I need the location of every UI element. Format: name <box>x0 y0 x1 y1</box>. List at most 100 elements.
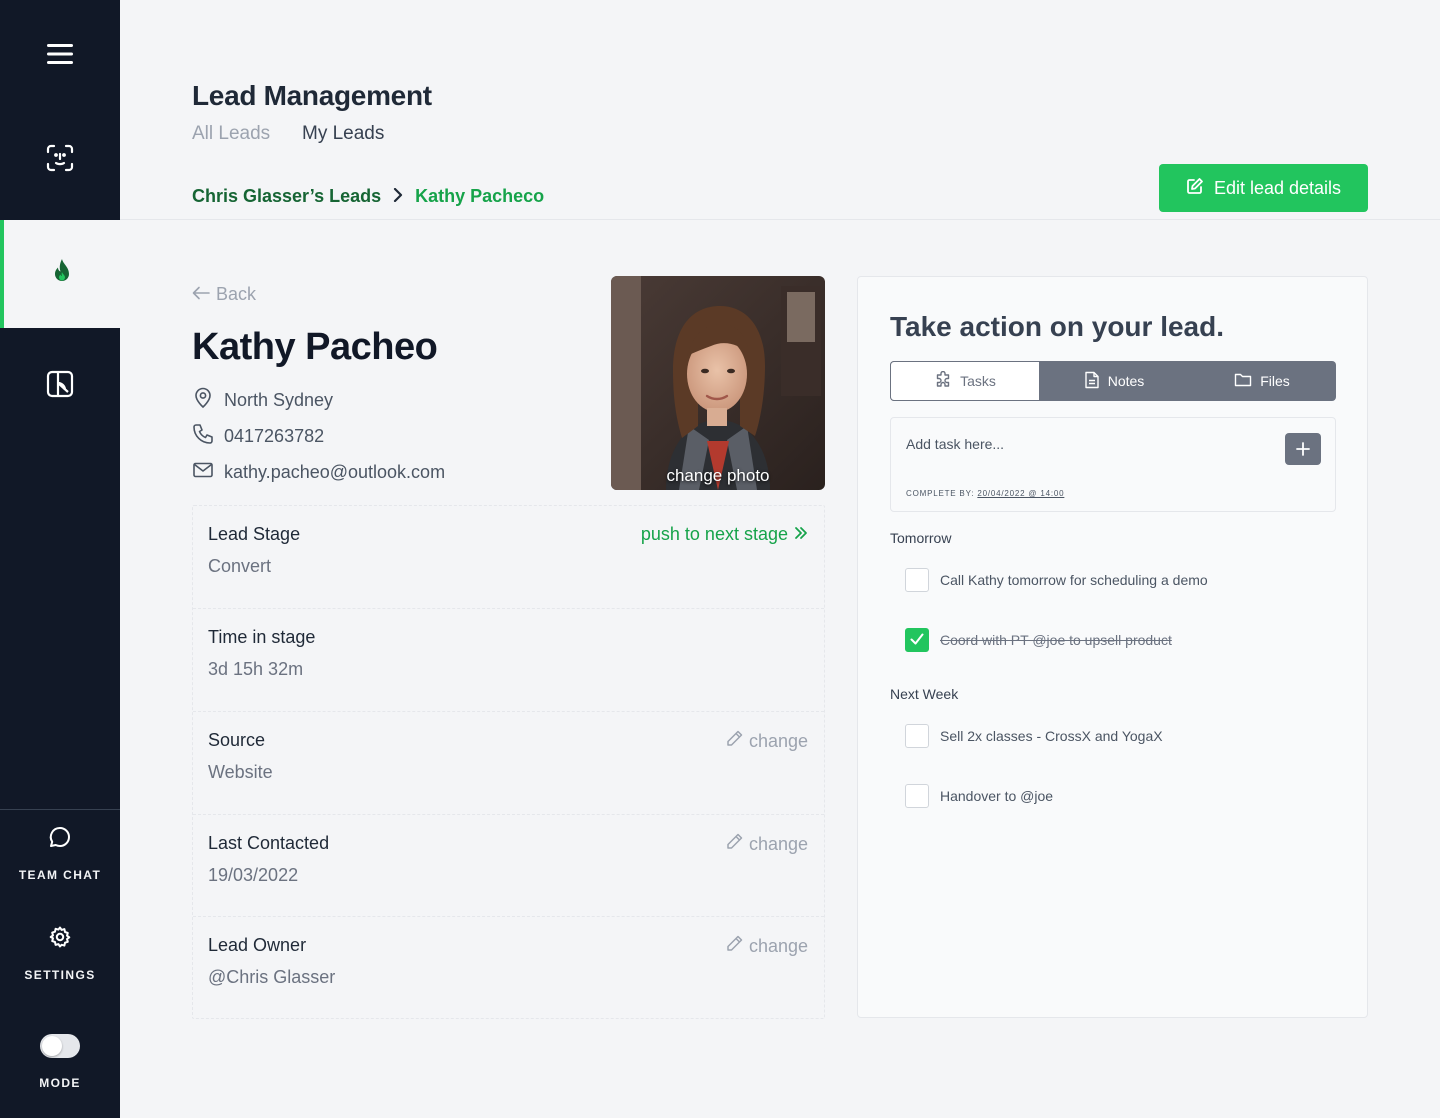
task-item: Handover to @joe <box>905 784 1053 808</box>
toggle-knob <box>42 1036 62 1056</box>
time-in-stage-row: Time in stage 3d 15h 32m <box>193 608 824 711</box>
hamburger-menu-icon <box>46 42 74 71</box>
mode-toggle[interactable] <box>40 1034 80 1058</box>
tab-tasks-label: Tasks <box>960 373 996 389</box>
lead-location-text: North Sydney <box>224 390 334 410</box>
gear-icon <box>48 925 72 954</box>
team-chat-label[interactable]: TEAM CHAT <box>0 868 120 882</box>
flame-icon <box>49 258 75 291</box>
source-row: Source Website change <box>193 711 824 814</box>
chevron-right-icon <box>393 186 403 207</box>
lead-owner-row: Lead Owner @Chris Glasser change <box>193 916 824 1019</box>
pencil-icon <box>726 730 743 752</box>
check-icon <box>910 632 924 648</box>
portrait-image <box>611 276 825 490</box>
settings-label[interactable]: SETTINGS <box>0 968 120 982</box>
task-checkbox[interactable] <box>905 568 929 592</box>
task-text: Coord with PT @joe to upsell product <box>940 632 1172 648</box>
pencil-icon <box>726 833 743 855</box>
lead-owner-value: @Chris Glasser <box>208 967 336 987</box>
tab-all-leads[interactable]: All Leads <box>192 123 270 145</box>
lead-phone-text: 0417263782 <box>224 426 325 446</box>
phone-icon <box>192 423 214 450</box>
lead-owner-change-label: change <box>748 935 808 956</box>
last-contacted-value: 19/03/2022 <box>208 865 299 885</box>
page-title: Lead Management <box>192 80 432 111</box>
breadcrumb-owner-leads[interactable]: Chris Glasser’s Leads <box>192 186 381 207</box>
last-contacted-label: Last Contacted <box>208 833 330 853</box>
lead-email-text: kathy.pacheo@outlook.com <box>224 462 446 482</box>
last-contacted-change-button[interactable]: change <box>726 833 808 855</box>
map-pin-icon <box>192 387 214 414</box>
last-contacted-row: Last Contacted 19/03/2022 change <box>193 814 824 917</box>
complete-by-label: COMPLETE BY: <box>906 489 975 498</box>
push-next-stage-label: push to next stage <box>640 524 788 544</box>
task-text: Handover to @joe <box>940 788 1054 804</box>
sidebar: TEAM CHAT SETTINGS MODE <box>0 0 120 1118</box>
tab-files-label: Files <box>1260 373 1290 389</box>
lead-stage-row: Lead Stage Convert push to next stage <box>193 506 824 609</box>
menu-button[interactable] <box>0 36 120 76</box>
sidebar-item-leads[interactable] <box>0 220 120 328</box>
add-task-box: Add task here... COMPLETE BY: 20/04/2022… <box>890 417 1336 512</box>
source-change-button[interactable]: change <box>726 730 808 752</box>
puzzle-icon <box>934 370 952 392</box>
action-tabs: Tasks Notes Files <box>890 361 1336 401</box>
chevrons-right-icon <box>794 524 808 545</box>
complete-by-date[interactable]: 20/04/2022 @ 14:00 <box>977 489 1064 498</box>
task-item: Call Kathy tomorrow for scheduling a dem… <box>905 568 1208 592</box>
complete-by: COMPLETE BY: 20/04/2022 @ 14:00 <box>906 489 1064 498</box>
lead-email[interactable]: kathy.pacheo@outlook.com <box>192 459 445 486</box>
task-checkbox[interactable] <box>905 628 929 652</box>
task-checkbox[interactable] <box>905 784 929 808</box>
action-panel: Take action on your lead. Tasks Notes Fi… <box>857 276 1368 1018</box>
task-item: Coord with PT @joe to upsell product <box>905 628 1172 652</box>
tab-tasks[interactable]: Tasks <box>890 361 1040 401</box>
sidebar-item-focus[interactable] <box>0 140 120 180</box>
task-item: Sell 2x classes - CrossX and YogaX <box>905 724 1163 748</box>
pencil-icon <box>726 935 743 957</box>
edit-icon <box>1186 177 1204 200</box>
settings-button[interactable] <box>0 926 120 952</box>
lead-owner-label: Lead Owner <box>208 935 307 955</box>
tab-notes[interactable]: Notes <box>1040 361 1188 401</box>
chat-bubble-icon <box>48 825 72 854</box>
arrow-left-icon <box>192 284 210 305</box>
tab-notes-label: Notes <box>1107 373 1145 389</box>
edit-lead-details-label: Edit lead details <box>1213 177 1342 198</box>
tab-files[interactable]: Files <box>1188 361 1336 401</box>
lead-stage-label: Lead Stage <box>208 524 301 544</box>
source-change-label: change <box>748 730 808 751</box>
lead-stage-value: Convert <box>208 556 272 576</box>
change-photo-label[interactable]: change photo <box>611 466 825 486</box>
breadcrumb: Chris Glasser’s Leads Kathy Pacheco <box>192 186 544 207</box>
source-label: Source <box>208 730 266 750</box>
header-divider <box>120 219 1440 220</box>
edit-lead-details-button[interactable]: Edit lead details <box>1159 164 1368 212</box>
time-in-stage-value: 3d 15h 32m <box>208 659 304 679</box>
lead-photo[interactable]: change photo <box>611 276 825 490</box>
folder-icon <box>1234 372 1252 391</box>
document-icon <box>1084 371 1100 392</box>
task-group-next-week: Next Week <box>890 686 959 702</box>
team-chat-button[interactable] <box>0 826 120 852</box>
mail-icon <box>192 459 214 486</box>
lead-info-card: Lead Stage Convert push to next stage Ti… <box>192 505 825 1019</box>
back-link[interactable]: Back <box>192 284 256 305</box>
task-text: Sell 2x classes - CrossX and YogaX <box>940 728 1163 744</box>
last-contacted-change-label: change <box>748 833 808 854</box>
lead-location: North Sydney <box>192 387 333 414</box>
tab-my-leads[interactable]: My Leads <box>302 123 384 145</box>
action-panel-title: Take action on your lead. <box>890 311 1225 342</box>
lead-owner-change-button[interactable]: change <box>726 935 808 957</box>
add-task-button[interactable] <box>1285 433 1321 465</box>
task-checkbox[interactable] <box>905 724 929 748</box>
sidebar-item-reports[interactable] <box>0 366 120 406</box>
back-label: Back <box>216 284 257 304</box>
chart-pie-icon <box>45 369 75 404</box>
lead-phone[interactable]: 0417263782 <box>192 423 324 450</box>
push-next-stage-button[interactable]: push to next stage <box>641 524 808 545</box>
task-text: Call Kathy tomorrow for scheduling a dem… <box>940 572 1208 588</box>
lead-name: Kathy Pacheo <box>192 326 438 368</box>
add-task-input[interactable]: Add task here... <box>906 436 1004 452</box>
